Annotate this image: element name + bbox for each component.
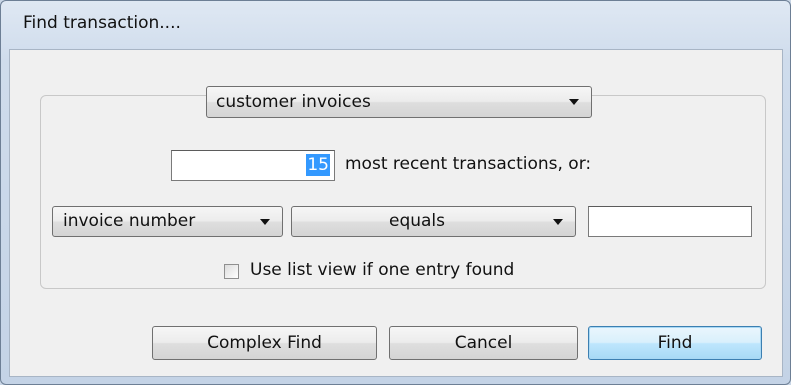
dialog-title: Find transaction.... bbox=[23, 13, 181, 33]
dialog-client-area: customer invoices 15 most recent transac… bbox=[9, 49, 783, 377]
list-view-label: Use list view if one entry found bbox=[250, 260, 515, 280]
recent-transactions-label: most recent transactions, or: bbox=[345, 154, 592, 174]
field-dropdown[interactable]: invoice number bbox=[52, 206, 283, 237]
recent-count-value: 15 bbox=[306, 154, 330, 176]
operator-dropdown[interactable]: equals bbox=[291, 206, 576, 237]
chevron-down-icon bbox=[569, 99, 579, 105]
criteria-value-input[interactable] bbox=[588, 206, 752, 237]
recent-count-input[interactable]: 15 bbox=[171, 150, 335, 181]
operator-value: equals bbox=[388, 211, 446, 231]
cancel-button[interactable]: Cancel bbox=[389, 326, 578, 360]
chevron-down-icon bbox=[553, 218, 563, 225]
search-type-value: customer invoices bbox=[216, 92, 371, 112]
find-transaction-dialog: Find transaction.... customer invoices 1… bbox=[0, 0, 791, 385]
chevron-down-icon bbox=[260, 218, 270, 225]
search-type-dropdown[interactable]: customer invoices bbox=[206, 86, 592, 118]
list-view-checkbox[interactable] bbox=[224, 264, 239, 279]
complex-find-button[interactable]: Complex Find bbox=[152, 326, 377, 360]
find-button[interactable]: Find bbox=[588, 326, 762, 360]
field-value: invoice number bbox=[63, 211, 196, 231]
